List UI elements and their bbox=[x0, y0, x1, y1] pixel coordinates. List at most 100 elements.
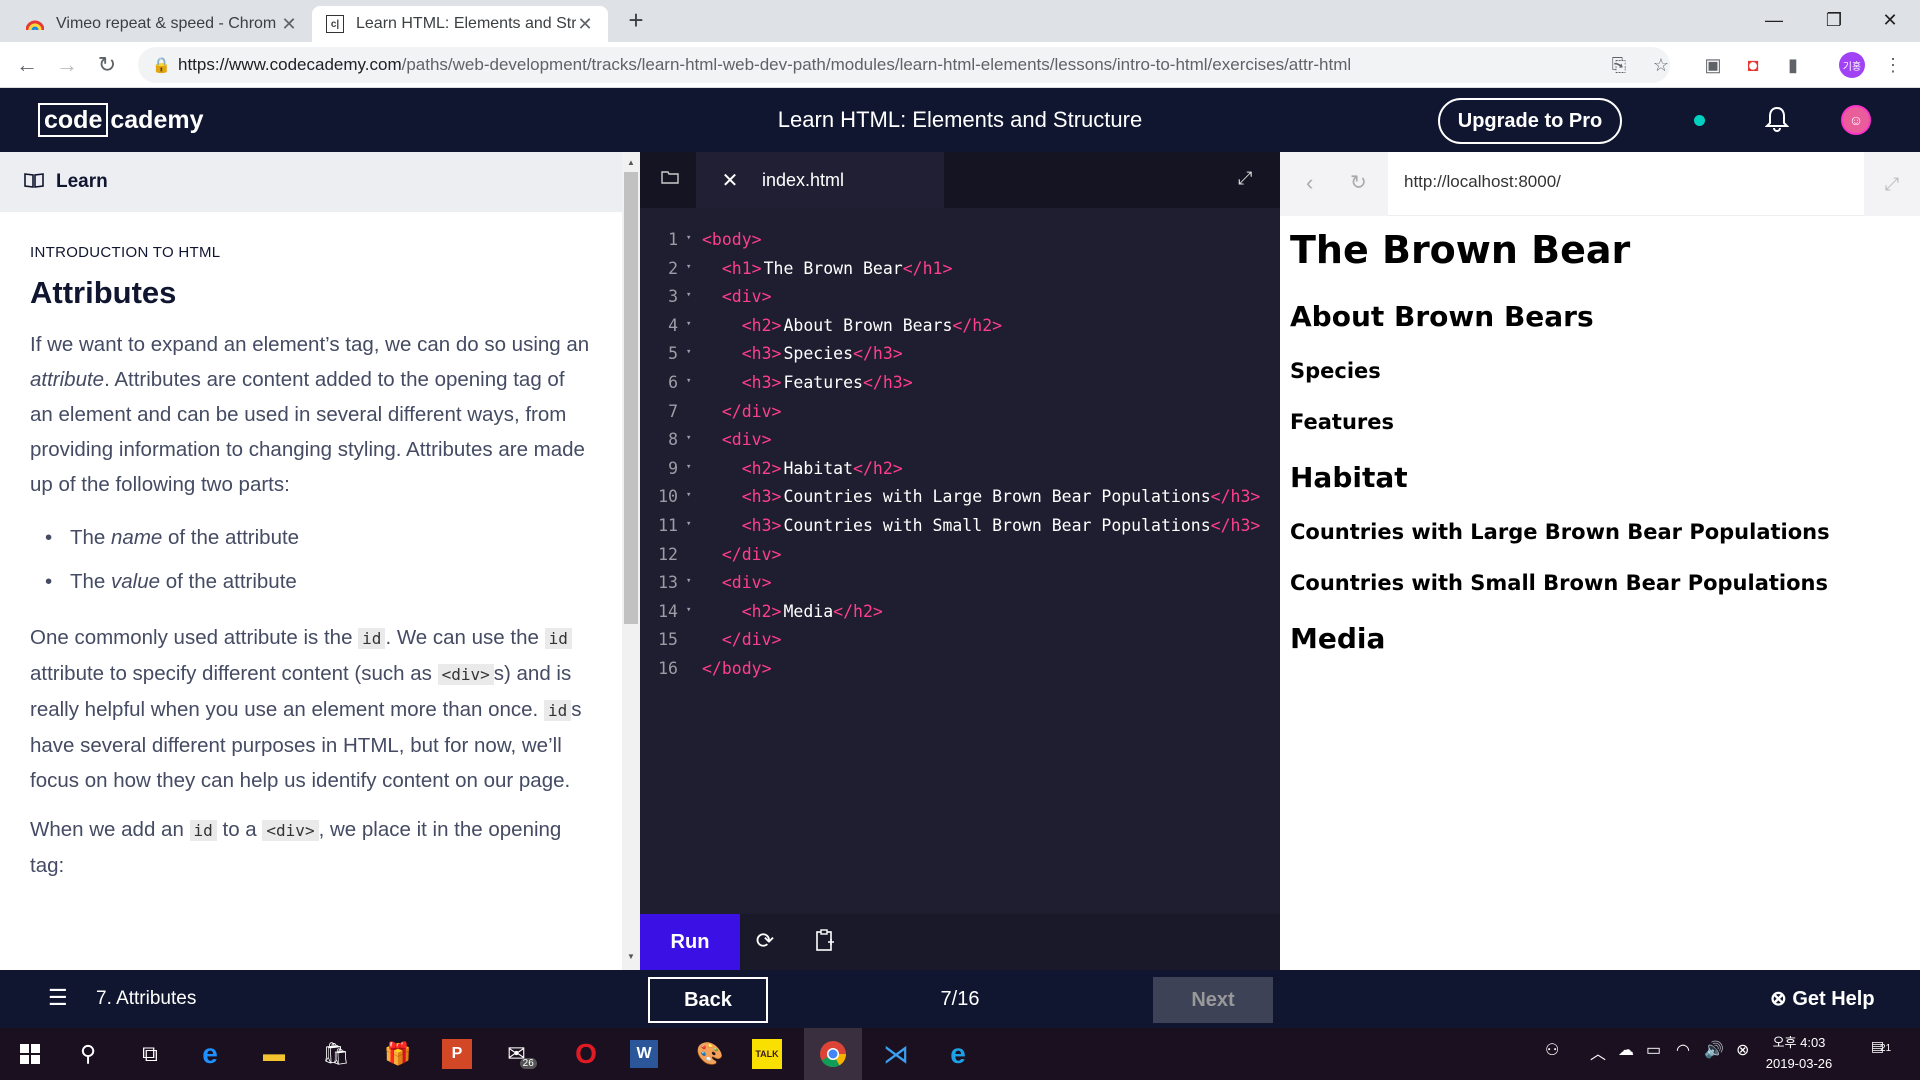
mail-icon[interactable]: ✉ 26 bbox=[504, 1036, 540, 1072]
code-line[interactable]: 5 ▾ <h3> Species </h3> bbox=[640, 340, 1280, 369]
people-icon[interactable]: ⚇ bbox=[1545, 1040, 1559, 1060]
preview-url[interactable]: http://localhost:8000/ bbox=[1404, 172, 1561, 192]
kakaotalk-icon[interactable]: TALK bbox=[752, 1039, 782, 1069]
scroll-down-arrow-icon[interactable]: ▼ bbox=[627, 952, 635, 961]
windows-start-icon[interactable] bbox=[12, 1036, 48, 1072]
word-icon[interactable]: W bbox=[630, 1040, 658, 1068]
back-button[interactable]: Back bbox=[648, 977, 768, 1023]
chevron-up-icon[interactable]: ︿ bbox=[1590, 1040, 1606, 1064]
gift-icon[interactable]: 🎁 bbox=[380, 1036, 416, 1072]
minimize-icon[interactable]: — bbox=[1746, 0, 1802, 40]
wifi-icon[interactable]: ◠ bbox=[1676, 1040, 1690, 1060]
file-tab[interactable]: ✕ index.html bbox=[696, 152, 944, 208]
codecademy-logo[interactable]: code cademy bbox=[38, 102, 203, 138]
code-line[interactable]: 16 </body> bbox=[640, 655, 1280, 684]
code-line[interactable]: 12 </div> bbox=[640, 541, 1280, 570]
code-line[interactable]: 10 ▾ <h3> Countries with Large Brown Bear … bbox=[640, 483, 1280, 512]
preview-back-icon[interactable]: ‹ bbox=[1306, 170, 1313, 196]
address-bar[interactable]: 🔒 https://www.codecademy.com/paths/web-d… bbox=[138, 47, 1670, 83]
opera-icon[interactable]: O bbox=[568, 1036, 604, 1072]
fold-arrow-icon[interactable]: ▾ bbox=[686, 426, 700, 455]
code-line[interactable]: 13 ▾ <div> bbox=[640, 569, 1280, 598]
fold-arrow-icon[interactable]: ▾ bbox=[686, 312, 700, 341]
paint-icon[interactable]: 🎨 bbox=[692, 1036, 728, 1072]
action-center-icon[interactable]: ▤21 bbox=[1866, 1038, 1896, 1068]
bookmark-star-icon[interactable]: ☆ bbox=[1646, 50, 1676, 80]
fold-arrow-icon[interactable] bbox=[686, 626, 700, 655]
file-explorer-icon[interactable]: ▬ bbox=[256, 1036, 292, 1072]
extension-icon[interactable]: ▣ bbox=[1698, 50, 1728, 80]
fold-arrow-icon[interactable]: ▾ bbox=[686, 512, 700, 541]
run-button[interactable]: Run bbox=[640, 914, 740, 970]
close-tab-icon[interactable]: ✕ bbox=[280, 14, 298, 35]
learn-tab[interactable]: Learn bbox=[0, 152, 622, 212]
code-line[interactable]: 1 ▾ <body> bbox=[640, 226, 1280, 255]
new-tab-button[interactable]: + bbox=[622, 6, 650, 34]
internet-explorer-icon[interactable]: e bbox=[940, 1036, 976, 1072]
fold-arrow-icon[interactable]: ▾ bbox=[686, 483, 700, 512]
folder-icon[interactable] bbox=[658, 168, 682, 192]
search-icon[interactable]: ⚲ bbox=[70, 1036, 106, 1072]
next-button[interactable]: Next bbox=[1153, 977, 1273, 1023]
ime-icon[interactable]: ⊗ bbox=[1736, 1040, 1749, 1060]
menu-kebab-icon[interactable]: ⋮ bbox=[1878, 50, 1908, 80]
tab-codecademy[interactable]: c| Learn HTML: Elements and Stru ✕ bbox=[312, 6, 608, 42]
fold-arrow-icon[interactable]: ▾ bbox=[686, 255, 700, 284]
fold-arrow-icon[interactable]: ▾ bbox=[686, 598, 700, 627]
code-line[interactable]: 14 ▾ <h2> Media </h2> bbox=[640, 598, 1280, 627]
fold-arrow-icon[interactable]: ▾ bbox=[686, 369, 700, 398]
forward-arrow-icon[interactable]: → bbox=[52, 50, 82, 80]
store-icon[interactable]: 🛍 bbox=[318, 1036, 354, 1072]
code-line[interactable]: 7 </div> bbox=[640, 398, 1280, 427]
user-avatar[interactable]: ☺ bbox=[1841, 105, 1871, 135]
battery-icon[interactable]: ▭ bbox=[1646, 1040, 1661, 1060]
maximize-icon[interactable]: ❐ bbox=[1806, 0, 1862, 40]
code-line[interactable]: 2 ▾ <h1> The Brown Bear </h1> bbox=[640, 255, 1280, 284]
close-tab-icon[interactable]: ✕ bbox=[576, 14, 594, 35]
fold-arrow-icon[interactable]: ▾ bbox=[686, 283, 700, 312]
expand-icon[interactable]: ⤢ bbox=[1864, 152, 1920, 216]
back-arrow-icon[interactable]: ← bbox=[12, 50, 42, 80]
close-file-icon[interactable]: ✕ bbox=[710, 168, 750, 193]
copy-icon[interactable] bbox=[810, 928, 840, 958]
onedrive-icon[interactable]: ☁ bbox=[1618, 1040, 1634, 1060]
fold-arrow-icon[interactable]: ▾ bbox=[686, 569, 700, 598]
code-line[interactable]: 3 ▾ <div> bbox=[640, 283, 1280, 312]
code-area[interactable]: 1 ▾ <body> 2 ▾ <h1> The Brown Bear </h1> 3 ▾ <di… bbox=[640, 226, 1280, 684]
tab-vimeo[interactable]: Vimeo repeat & speed - Chrom ✕ bbox=[12, 6, 312, 42]
scroll-up-arrow-icon[interactable]: ▲ bbox=[627, 158, 635, 167]
chrome-icon[interactable] bbox=[815, 1036, 851, 1072]
volume-icon[interactable]: 🔊 bbox=[1704, 1040, 1724, 1060]
code-line[interactable]: 9 ▾ <h2> Habitat </h2> bbox=[640, 455, 1280, 484]
fold-arrow-icon[interactable]: ▾ bbox=[686, 226, 700, 255]
powerpoint-icon[interactable]: P bbox=[442, 1039, 472, 1069]
get-help-button[interactable]: ⊗ Get Help bbox=[1770, 970, 1875, 1028]
vscode-icon[interactable]: ⋊ bbox=[878, 1036, 914, 1072]
system-clock[interactable]: 오후 4:03 2019-03-26 bbox=[1764, 1032, 1834, 1074]
extension-icon[interactable]: ▮ bbox=[1778, 50, 1808, 80]
code-line[interactable]: 4 ▾ <h2> About Brown Bears </h2> bbox=[640, 312, 1280, 341]
fold-arrow-icon[interactable]: ▾ bbox=[686, 340, 700, 369]
lesson-title[interactable]: 7. Attributes bbox=[96, 970, 196, 1028]
hamburger-menu-icon[interactable]: ☰ bbox=[48, 987, 74, 1009]
fold-arrow-icon[interactable] bbox=[686, 655, 700, 684]
scrollbar-thumb[interactable] bbox=[624, 172, 638, 624]
code-line[interactable]: 8 ▾ <div> bbox=[640, 426, 1280, 455]
task-view-icon[interactable]: ⧉ bbox=[132, 1036, 168, 1072]
translate-icon[interactable]: ⎘ bbox=[1604, 50, 1634, 80]
code-line[interactable]: 15 </div> bbox=[640, 626, 1280, 655]
code-line[interactable]: 6 ▾ <h3> Features </h3> bbox=[640, 369, 1280, 398]
reload-icon[interactable]: ↻ bbox=[92, 50, 122, 80]
upgrade-button[interactable]: Upgrade to Pro bbox=[1438, 98, 1622, 144]
fold-arrow-icon[interactable] bbox=[686, 541, 700, 570]
fold-arrow-icon[interactable]: ▾ bbox=[686, 455, 700, 484]
bell-icon[interactable] bbox=[1762, 106, 1792, 136]
fold-arrow-icon[interactable] bbox=[686, 398, 700, 427]
pocket-icon[interactable]: ◘ bbox=[1738, 50, 1768, 80]
code-line[interactable]: 11 ▾ <h3> Countries with Small Brown Bear … bbox=[640, 512, 1280, 541]
preview-reload-icon[interactable]: ↻ bbox=[1350, 170, 1367, 195]
close-window-icon[interactable]: ✕ bbox=[1862, 0, 1918, 40]
expand-icon[interactable]: ⤢ bbox=[1238, 168, 1252, 189]
reset-icon[interactable]: ⟳ bbox=[750, 928, 780, 958]
edge-icon[interactable]: e bbox=[192, 1036, 228, 1072]
